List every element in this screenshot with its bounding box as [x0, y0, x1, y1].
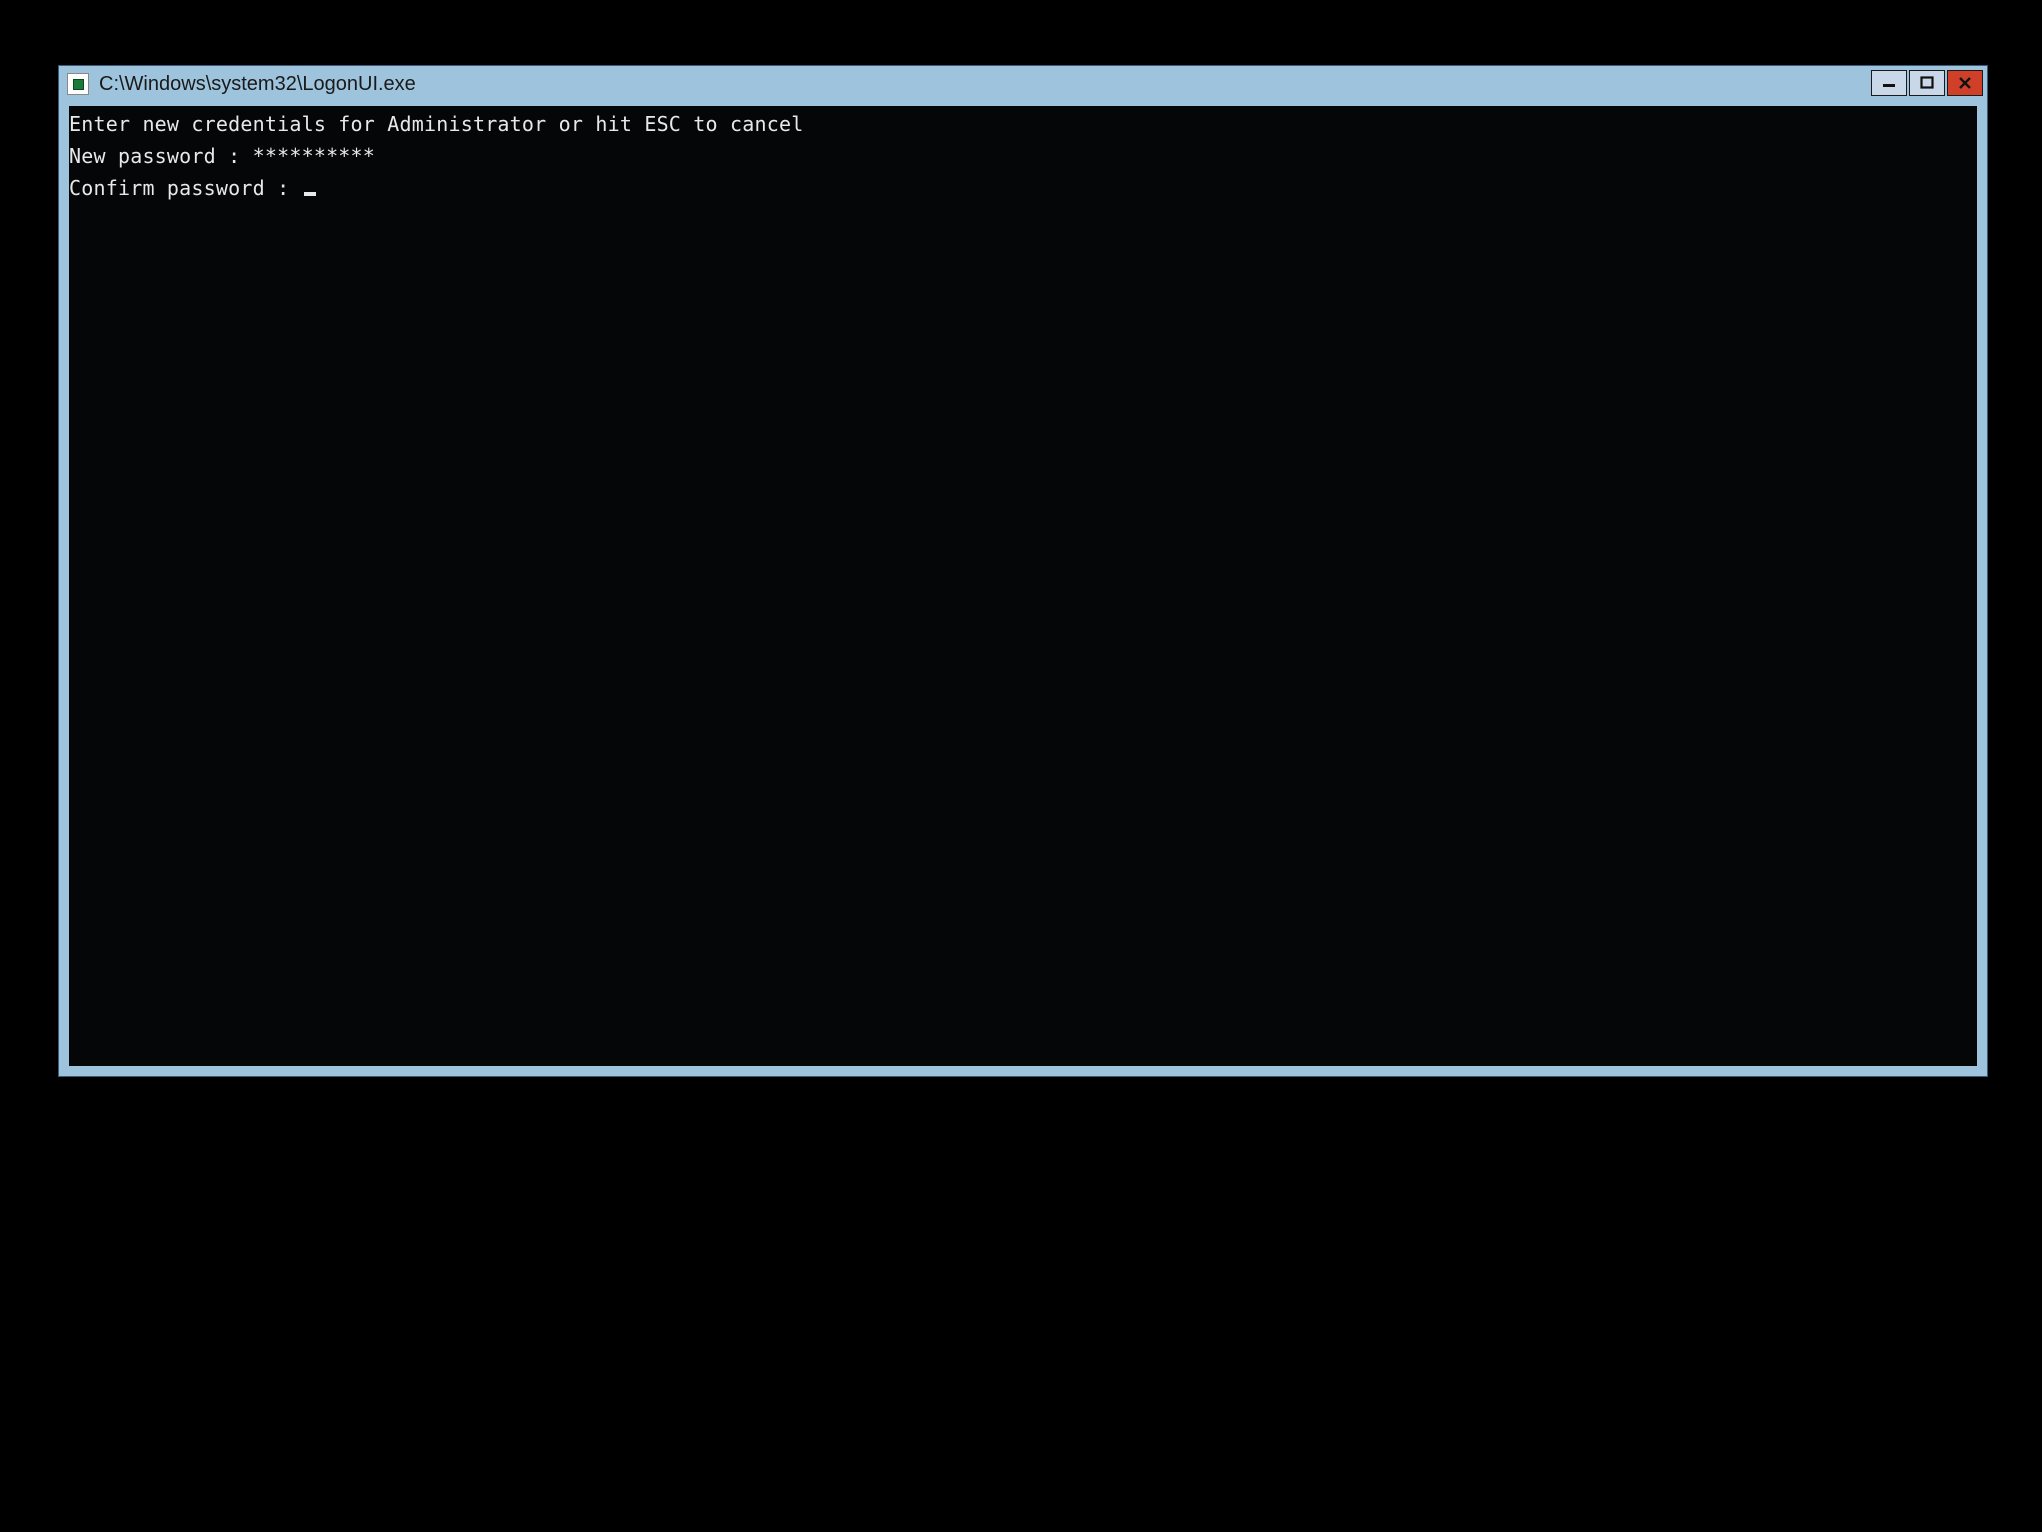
new-password-line: New password : **********: [69, 140, 1977, 172]
minimize-icon: [1882, 76, 1896, 90]
confirm-password-line: Confirm password :: [69, 172, 1977, 204]
window-title: C:\Windows\system32\LogonUI.exe: [99, 73, 416, 96]
cursor-icon: [304, 192, 316, 196]
new-password-label: New password :: [69, 144, 253, 168]
maximize-icon: [1920, 76, 1934, 90]
logonui-window: C:\Windows\system32\LogonUI.exe Enter n: [58, 65, 1988, 1077]
minimize-button[interactable]: [1871, 70, 1907, 96]
window-controls: [1871, 70, 1983, 96]
new-password-value: **********: [253, 144, 375, 168]
confirm-password-label: Confirm password :: [69, 176, 302, 200]
maximize-button[interactable]: [1909, 70, 1945, 96]
app-icon: [67, 73, 89, 95]
prompt-instruction: Enter new credentials for Administrator …: [69, 108, 1977, 140]
close-icon: [1958, 76, 1972, 90]
titlebar[interactable]: C:\Windows\system32\LogonUI.exe: [59, 66, 1987, 102]
close-button[interactable]: [1947, 70, 1983, 96]
console-area[interactable]: Enter new credentials for Administrator …: [69, 106, 1977, 1066]
